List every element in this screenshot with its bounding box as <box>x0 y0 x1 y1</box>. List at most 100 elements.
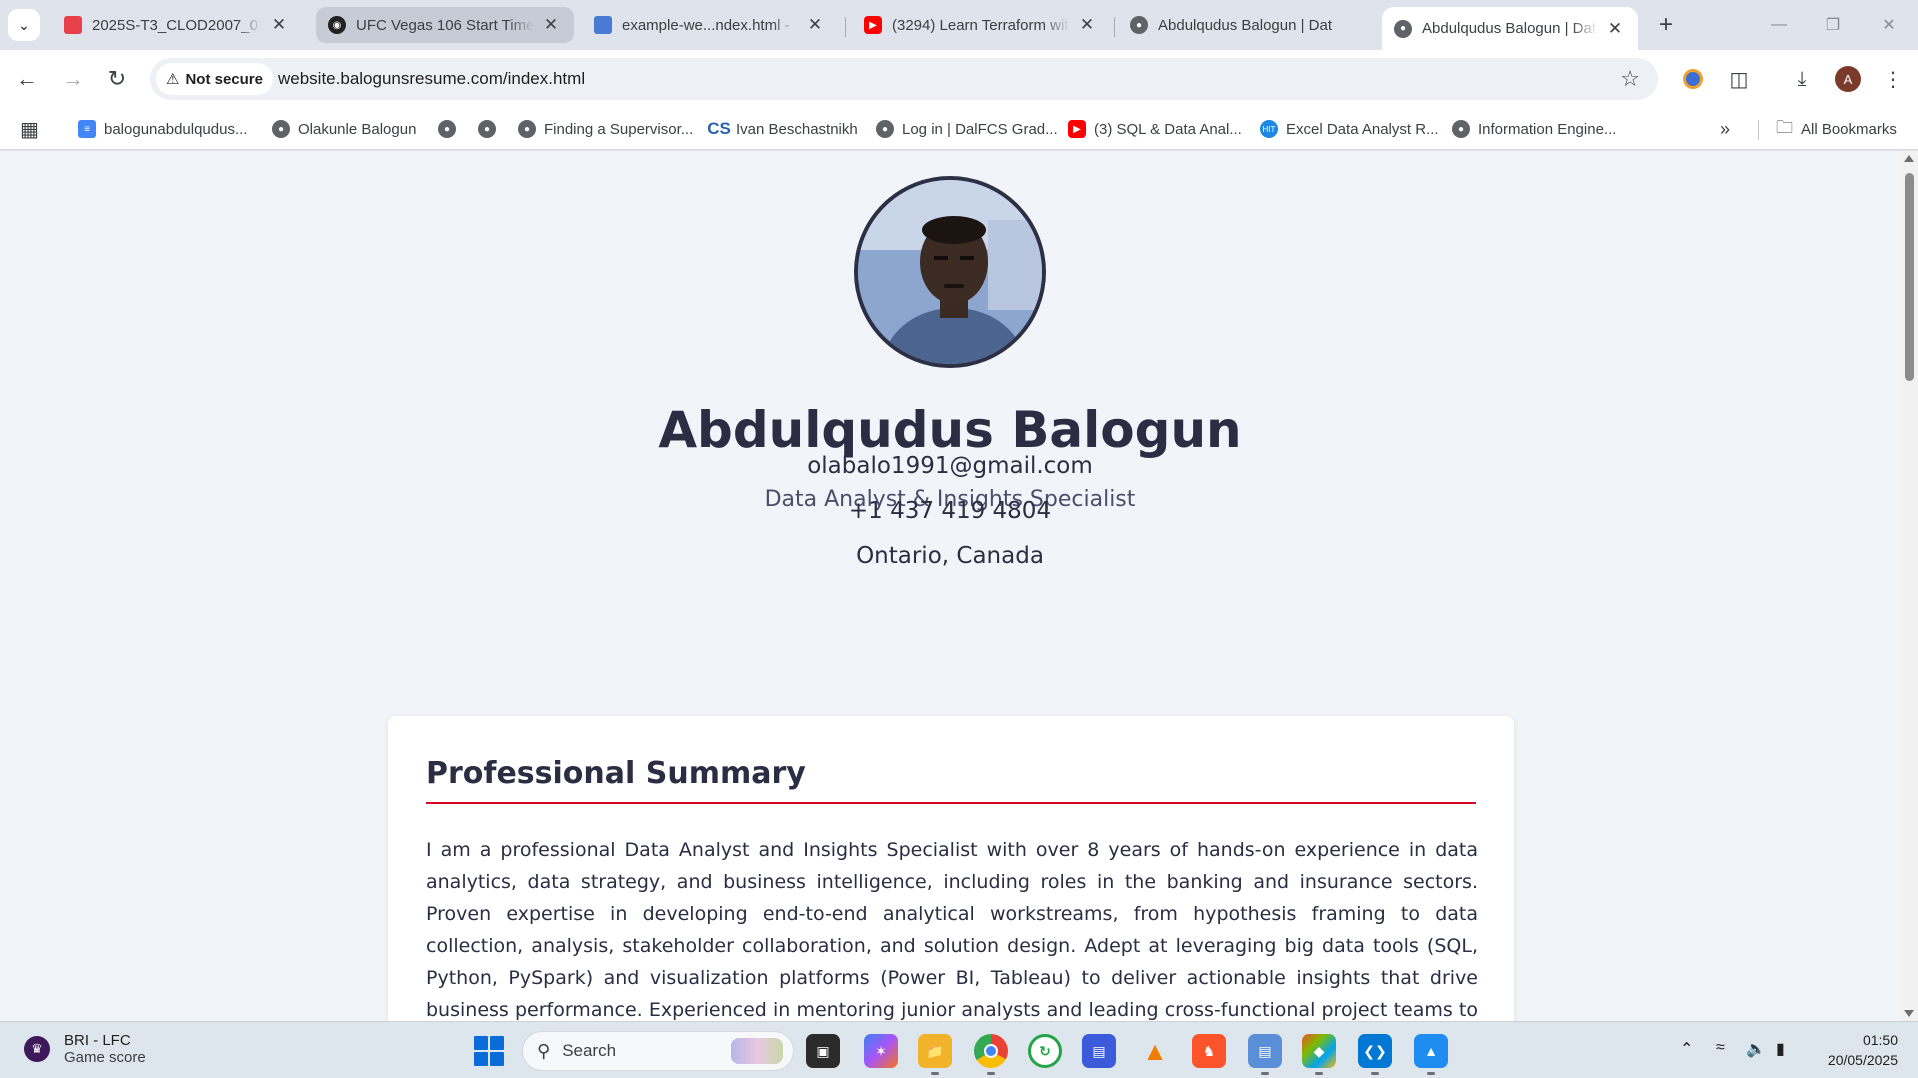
power-automate-icon[interactable]: ◆ <box>1302 1034 1336 1068</box>
profile-name: Abdulqudus Balogun <box>658 401 1242 459</box>
forward-button[interactable]: → <box>58 64 88 94</box>
more-bookmarks-icon[interactable]: » <box>1720 118 1730 140</box>
puzzle-icon[interactable]: ◫ <box>1724 64 1754 94</box>
widget-title: BRI - LFC <box>64 1032 131 1049</box>
bookmark-label: (3) SQL & Data Anal... <box>1094 120 1242 138</box>
close-window-button[interactable]: ✕ <box>1866 10 1912 40</box>
tab-active[interactable]: ● Abdulqudus Balogun | Dat ✕ <box>1382 7 1638 50</box>
address-bar[interactable]: ⚠ Not secure website.balogunsresume.com/… <box>150 58 1658 100</box>
tab-strip: ⌄ 2025S-T3_CLOD2007_01: In ✕ ◉ UFC Vegas… <box>0 0 1918 50</box>
close-icon[interactable]: ✕ <box>268 15 290 35</box>
close-icon[interactable]: ✕ <box>540 15 562 35</box>
page-viewport: Abdulqudus Balogun Data Analyst & Insigh… <box>0 151 1900 1021</box>
browser-toolbar: ← → ↻ ⚠ Not secure website.balogunsresum… <box>0 50 1918 108</box>
summary-text: I am a professional Data Analyst and Ins… <box>426 839 1478 1021</box>
copilot-icon[interactable]: ✶ <box>864 1034 898 1068</box>
vlc-icon[interactable]: ▲ <box>1138 1034 1172 1068</box>
system-clock[interactable]: 01:50 20/05/2025 <box>1818 1030 1898 1070</box>
task-view-icon[interactable]: ▣ <box>806 1034 840 1068</box>
running-indicator <box>1315 1072 1323 1075</box>
globe-icon: ● <box>1394 19 1412 38</box>
clock-time: 01:50 <box>1862 1032 1898 1048</box>
bookmark-item[interactable]: ● Information Engine... <box>1452 118 1616 140</box>
chart-app-icon[interactable]: ▤ <box>1248 1034 1282 1068</box>
globe-icon: ● <box>1130 16 1148 34</box>
summary-card: Professional Summary I am a professional… <box>388 716 1514 1021</box>
chrome-icon[interactable] <box>974 1034 1008 1068</box>
brave-icon[interactable]: ♞ <box>1192 1034 1226 1068</box>
folder-icon: 🗀 <box>1776 117 1793 137</box>
apps-grid-icon[interactable]: ▦ <box>20 118 39 141</box>
bookmark-item[interactable]: ● Olakunle Balogun <box>272 118 416 140</box>
tab-title: 2025S-T3_CLOD2007_01: In <box>92 16 262 34</box>
course-favicon-icon <box>64 16 82 34</box>
globe-icon: ● <box>478 120 496 138</box>
url-text[interactable]: website.balogunsresume.com/index.html <box>278 69 585 89</box>
minimize-button[interactable]: — <box>1756 10 1802 40</box>
profile-photo <box>854 176 1046 368</box>
tab-title: example-we...ndex.html - <box>622 16 790 34</box>
close-icon[interactable]: ✕ <box>804 15 826 35</box>
profile-avatar[interactable]: A <box>1835 66 1861 92</box>
tab[interactable]: 2025S-T3_CLOD2007_01: In ✕ <box>52 7 302 43</box>
security-label: Not secure <box>185 70 263 88</box>
bookmark-label: balogunabdulqudus... <box>104 120 248 138</box>
all-bookmarks[interactable]: 🗀 All Bookmarks <box>1776 118 1897 140</box>
close-icon[interactable]: ✕ <box>1604 19 1626 39</box>
heading-divider <box>426 802 1476 804</box>
new-tab-button[interactable]: + <box>1651 10 1681 40</box>
remote-desktop-icon[interactable]: ▤ <box>1082 1034 1116 1068</box>
bookmark-item[interactable]: ▶ (3) SQL & Data Anal... <box>1068 118 1242 140</box>
tray-chevron-up-icon[interactable]: ⌃ <box>1680 1039 1693 1059</box>
bookmark-star-icon[interactable]: ☆ <box>1620 66 1640 92</box>
extension-icon[interactable] <box>1678 64 1708 94</box>
taskbar-search[interactable]: ⚲ Search <box>522 1031 794 1071</box>
chevron-down-icon: ⌄ <box>18 16 30 33</box>
bookmark-item[interactable]: HIT Excel Data Analyst R... <box>1260 118 1439 140</box>
contact-email[interactable]: olabalo1991@gmail.com <box>0 453 1900 479</box>
search-placeholder: Search <box>562 1041 617 1060</box>
hit-icon: HIT <box>1260 120 1278 138</box>
download-icon[interactable]: ⤓ <box>1787 64 1817 94</box>
bookmark-item[interactable]: CS Ivan Beschastnikh <box>707 118 858 140</box>
page-scrollbar[interactable] <box>1900 151 1918 1021</box>
bookmark-item[interactable]: ● Finding a Supervisor... <box>518 118 693 140</box>
contact-phone[interactable]: +1 437 419 4804 <box>0 498 1900 524</box>
running-indicator <box>1371 1072 1379 1075</box>
reload-button[interactable]: ↻ <box>102 64 132 94</box>
windows-start-icon[interactable] <box>474 1036 504 1066</box>
globe-icon: ● <box>1452 120 1470 138</box>
tab[interactable]: ◉ UFC Vegas 106 Start Time ✕ <box>316 7 574 43</box>
close-icon[interactable]: ✕ <box>1076 15 1098 35</box>
warning-icon: ⚠ <box>166 71 180 88</box>
scroll-up-arrow-icon[interactable] <box>1904 155 1914 162</box>
tab[interactable]: ● Abdulqudus Balogun | Dat <box>1118 7 1376 43</box>
sports-widget[interactable]: ♛ BRI - LFC Game score <box>24 1032 146 1066</box>
contact-location: Ontario, Canada <box>856 543 1044 569</box>
refresh-app-icon[interactable]: ↻ <box>1028 1034 1062 1068</box>
file-explorer-icon[interactable]: 📁 <box>918 1034 952 1068</box>
security-chip[interactable]: ⚠ Not secure <box>156 63 273 95</box>
battery-icon[interactable]: ▮ <box>1776 1039 1785 1059</box>
restore-button[interactable]: ❐ <box>1810 10 1856 40</box>
vscode-icon[interactable]: ❮❯ <box>1358 1034 1392 1068</box>
tab[interactable]: ▶ (3294) Learn Terraform with ✕ <box>852 7 1110 43</box>
premier-league-icon: ♛ <box>24 1036 50 1062</box>
cs-icon: CS <box>707 119 731 138</box>
wifi-icon[interactable]: ≈ <box>1716 1039 1725 1057</box>
globe-icon: ● <box>518 120 536 138</box>
tab-search-button[interactable]: ⌄ <box>8 9 40 41</box>
scrollbar-thumb[interactable] <box>1905 173 1914 381</box>
bookmark-item[interactable]: ● Log in | DalFCS Grad... <box>876 118 1058 140</box>
tab[interactable]: example-we...ndex.html - ✕ <box>582 7 838 43</box>
bookmark-item[interactable]: ● <box>478 118 504 140</box>
scroll-down-arrow-icon[interactable] <box>1904 1010 1914 1017</box>
bookmark-item[interactable]: ● <box>438 118 464 140</box>
volume-icon[interactable]: 🔈 <box>1746 1039 1766 1059</box>
bookmark-item[interactable]: ≡ balogunabdulqudus... <box>78 118 247 140</box>
photos-icon[interactable]: ▲ <box>1414 1034 1448 1068</box>
menu-icon[interactable]: ⋮ <box>1878 64 1908 94</box>
profile-initial: A <box>1843 71 1853 87</box>
search-icon: ⚲ <box>537 1040 551 1061</box>
back-button[interactable]: ← <box>12 64 42 94</box>
